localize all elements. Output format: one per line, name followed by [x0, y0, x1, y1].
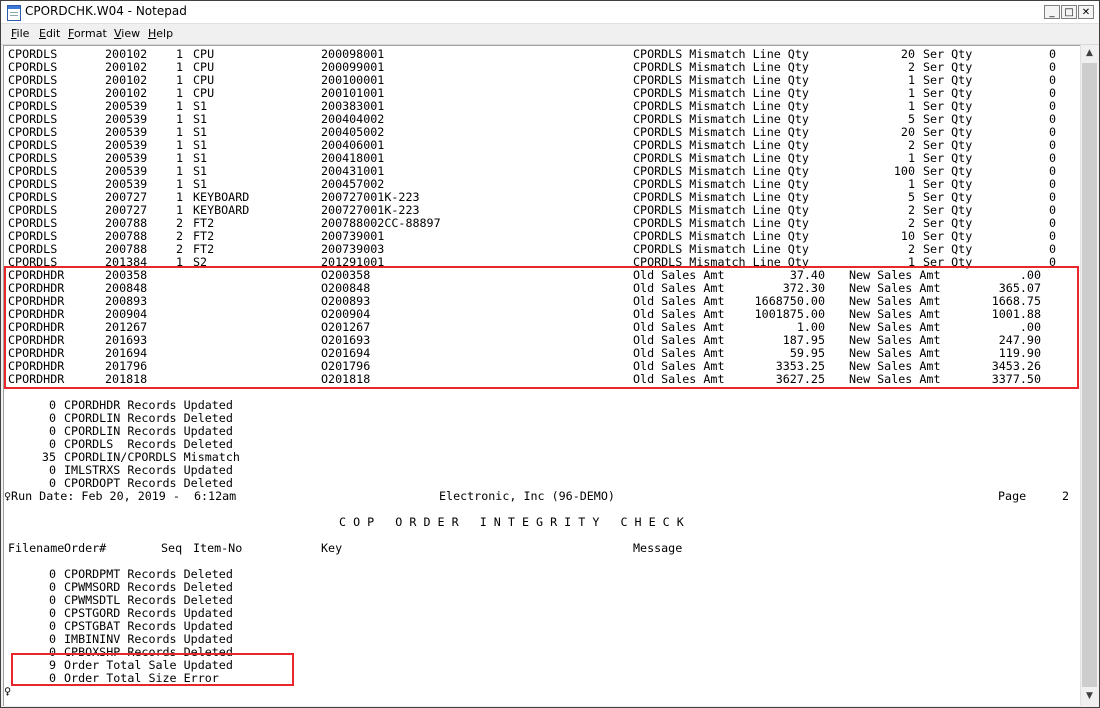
- menu-format[interactable]: Format: [68, 27, 107, 40]
- window-title: CPORDCHK.W04 - Notepad: [25, 4, 187, 18]
- scroll-down-arrow-icon[interactable]: ▼: [1081, 688, 1098, 705]
- col-header-order: Order#: [64, 541, 107, 555]
- run-date: ♀Run Date: Feb 20, 2019 - 6:12am: [4, 489, 237, 503]
- scroll-up-arrow-icon[interactable]: ▲: [1081, 45, 1098, 62]
- form-feed-char: ♀: [4, 684, 12, 698]
- highlight-box-sales-amounts: [4, 266, 1079, 389]
- report-title: C O P O R D E R I N T E G R I T Y C H E …: [339, 515, 684, 529]
- vertical-scrollbar[interactable]: ▲ ▼: [1080, 45, 1099, 705]
- menu-help[interactable]: Help: [148, 27, 173, 40]
- col-header-seq: Seq: [161, 541, 183, 555]
- minimize-button[interactable]: _: [1044, 5, 1060, 19]
- menu-file[interactable]: File: [11, 27, 29, 40]
- title-bar[interactable]: CPORDCHK.W04 - Notepad _ □ ✕: [1, 1, 1099, 24]
- menu-bar: File Edit Format View Help: [1, 24, 1099, 45]
- notepad-window: CPORDCHK.W04 - Notepad _ □ ✕ File Edit F…: [0, 0, 1100, 708]
- close-button[interactable]: ✕: [1078, 5, 1094, 19]
- menu-view[interactable]: View: [114, 27, 140, 40]
- menu-edit[interactable]: Edit: [39, 27, 60, 40]
- col-header-key: Key: [321, 541, 343, 555]
- page-label: Page: [998, 489, 1027, 503]
- page-number: 2: [1061, 489, 1069, 503]
- scroll-thumb[interactable]: [1082, 63, 1097, 687]
- col-header-item: Item-No: [193, 541, 243, 555]
- col-header-filename: Filename: [8, 541, 65, 555]
- notepad-app-icon[interactable]: [7, 5, 21, 21]
- maximize-button[interactable]: □: [1061, 5, 1077, 19]
- highlight-box-order-total: [11, 653, 294, 686]
- company-name: Electronic, Inc (96-DEMO): [439, 489, 615, 503]
- col-header-message: Message: [633, 541, 683, 555]
